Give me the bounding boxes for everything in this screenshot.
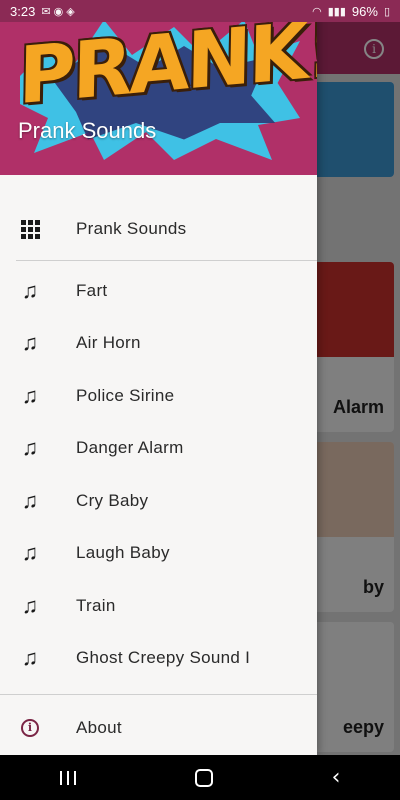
info-icon: i — [18, 716, 42, 740]
menu-item-police-sirine[interactable]: ♫ Police Sirine — [0, 370, 317, 422]
navigation-drawer: PRANK! Prank Sounds Prank Sounds ♫ Fart … — [0, 0, 317, 755]
menu-item-label: Danger Alarm — [76, 438, 184, 457]
menu-item-label: About — [76, 718, 122, 737]
menu-item-cry-baby[interactable]: ♫ Cry Baby — [0, 475, 317, 527]
music-note-icon: ♫ — [21, 330, 39, 355]
wifi-icon: ◠ — [312, 5, 322, 18]
status-time: 3:23 — [10, 3, 36, 19]
signal-icon: ▮▮▮ — [327, 5, 346, 18]
menu-item-danger-alarm[interactable]: ♫ Danger Alarm — [0, 422, 317, 474]
menu-item-air-horn[interactable]: ♫ Air Horn — [0, 317, 317, 369]
menu-item-label: Train — [76, 596, 116, 615]
grid-icon — [18, 217, 42, 241]
notification-icons: ✉ ◉ ◈ — [41, 5, 75, 18]
divider — [0, 694, 317, 695]
recent-apps-button[interactable] — [59, 770, 76, 785]
menu-item-train[interactable]: ♫ Train — [0, 580, 317, 632]
menu-item-ghost-creepy-sound[interactable]: ♫ Ghost Creepy Sound I — [0, 632, 317, 684]
menu-item-fart[interactable]: ♫ Fart — [0, 265, 317, 317]
menu-item-label: Fart — [76, 281, 108, 300]
menu-item-label: Police Sirine — [76, 386, 175, 405]
status-bar: 3:23 ✉ ◉ ◈ ◠ ▮▮▮ 96% ▯ — [0, 0, 400, 22]
menu-item-label: Laugh Baby — [76, 543, 170, 562]
drawer-title: Prank Sounds — [18, 118, 157, 143]
menu-item-prank-sounds[interactable]: Prank Sounds — [0, 203, 317, 255]
music-note-icon: ♫ — [21, 593, 39, 618]
menu-item-label: Air Horn — [76, 333, 141, 352]
divider — [16, 260, 317, 261]
music-note-icon: ♫ — [21, 645, 39, 670]
menu-item-label: Prank Sounds — [76, 219, 187, 238]
battery-icon: ▯ — [383, 5, 390, 18]
music-note-icon: ♫ — [21, 540, 39, 565]
menu-item-laugh-baby[interactable]: ♫ Laugh Baby — [0, 527, 317, 579]
back-button[interactable]: ‹ — [332, 765, 341, 790]
music-note-icon: ♫ — [21, 488, 39, 513]
drawer-header: PRANK! Prank Sounds — [0, 0, 317, 175]
menu-item-label: Ghost Creepy Sound I — [76, 648, 251, 667]
menu-item-about[interactable]: i About — [0, 702, 317, 754]
battery-level: 96% — [351, 3, 378, 19]
music-note-icon: ♫ — [21, 435, 39, 460]
home-button[interactable] — [194, 768, 213, 787]
music-note-icon: ♫ — [21, 383, 39, 408]
menu-item-label: Cry Baby — [76, 491, 149, 510]
system-nav-bar: ‹ — [0, 755, 400, 800]
music-note-icon: ♫ — [21, 278, 39, 303]
